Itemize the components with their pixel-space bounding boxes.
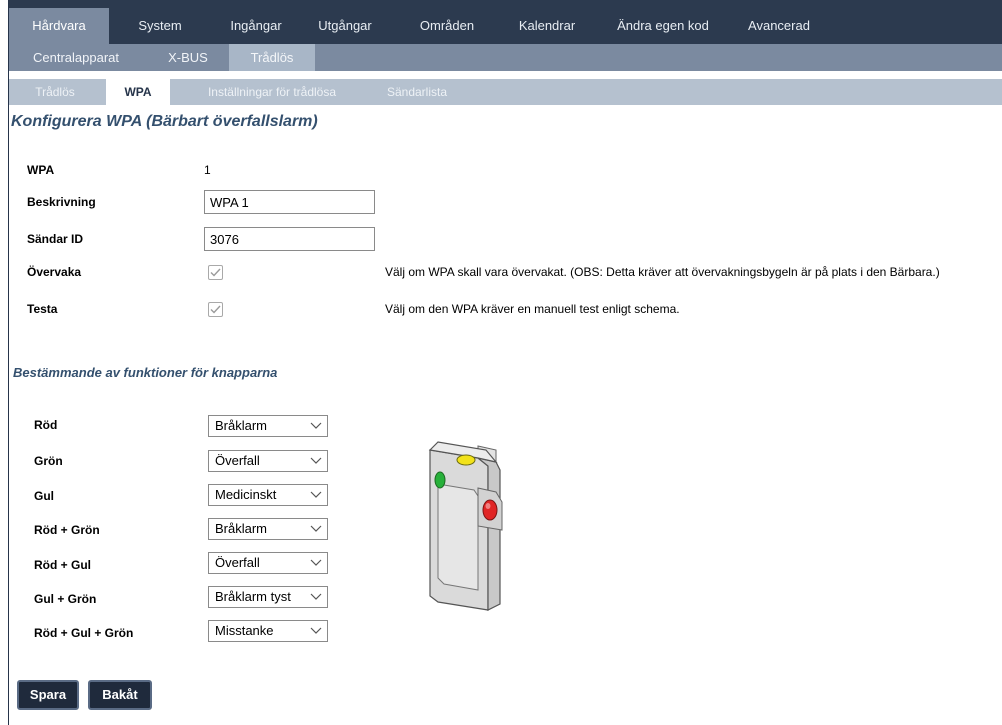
tab-andra-egen-kod[interactable]: Ändra egen kod xyxy=(603,16,723,44)
fn-select-rod-gul-gron[interactable]: Misstanke xyxy=(208,620,328,642)
tab-system[interactable]: System xyxy=(117,16,203,44)
fn-row-label: Grön xyxy=(34,454,63,468)
supervise-label: Övervaka xyxy=(27,265,82,279)
description-label: Beskrivning xyxy=(27,195,96,209)
fn-row-label: Röd + Gul + Grön xyxy=(34,626,134,640)
tab-utgangar[interactable]: Utgångar xyxy=(305,16,385,44)
fn-row-label: Gul + Grön xyxy=(34,592,97,606)
save-button[interactable]: Spara xyxy=(17,680,79,710)
fn-select-gul-gron[interactable]: Bråklarm tyst xyxy=(208,586,328,608)
chevron-down-icon xyxy=(310,491,322,498)
sender-id-label: Sändar ID xyxy=(27,232,84,246)
back-button[interactable]: Bakåt xyxy=(88,680,152,710)
tab-omraden[interactable]: Områden xyxy=(402,16,492,44)
wpa-label: WPA xyxy=(27,163,55,177)
select-value: Misstanke xyxy=(215,623,274,638)
select-value: Medicinskt xyxy=(215,487,277,502)
chevron-down-icon xyxy=(310,627,322,634)
select-value: Bråklarm xyxy=(215,418,268,433)
select-value: Överfall xyxy=(215,555,260,570)
fn-select-gul[interactable]: Medicinskt xyxy=(208,484,328,506)
select-value: Bråklarm xyxy=(215,521,268,536)
tab-ingangar[interactable]: Ingångar xyxy=(214,16,298,44)
tab-tradlos-sub[interactable]: Trådlös xyxy=(9,79,101,105)
tab-installningar[interactable]: Inställningar för trådlösa xyxy=(174,79,370,105)
main-nav: Hårdvara System Ingångar Utgångar Område… xyxy=(9,0,1002,44)
select-value: Bråklarm tyst xyxy=(215,589,291,604)
select-value: Överfall xyxy=(215,453,260,468)
tab-sandarlista[interactable]: Sändarlista xyxy=(369,79,465,105)
fn-row-label: Röd + Gul xyxy=(34,558,91,572)
tab-avancerad[interactable]: Avancerad xyxy=(731,16,827,44)
test-hint: Välj om den WPA kräver en manuell test e… xyxy=(385,302,680,316)
description-input[interactable] xyxy=(204,190,375,214)
chevron-down-icon xyxy=(310,593,322,600)
chevron-down-icon xyxy=(310,457,322,464)
supervise-hint: Välj om WPA skall vara övervakat. (OBS: … xyxy=(385,265,940,279)
test-label: Testa xyxy=(27,302,58,316)
tab-kalendrar[interactable]: Kalendrar xyxy=(499,16,595,44)
tab-x-bus[interactable]: X-BUS xyxy=(154,44,222,71)
supervise-checkbox[interactable] xyxy=(208,265,223,280)
check-icon xyxy=(210,305,221,314)
fn-row-label: Röd xyxy=(34,418,58,432)
chevron-down-icon xyxy=(310,525,322,532)
fn-select-rod-gron[interactable]: Bråklarm xyxy=(208,518,328,540)
fn-select-rod[interactable]: Bråklarm xyxy=(208,415,328,437)
chevron-down-icon xyxy=(310,422,322,429)
chevron-down-icon xyxy=(310,559,322,566)
sender-id-input[interactable] xyxy=(204,227,375,251)
wpa-device-illustration xyxy=(428,441,503,611)
page-title: Konfigurera WPA (Bärbart överfallslarm) xyxy=(11,113,318,130)
fn-select-gron[interactable]: Överfall xyxy=(208,450,328,472)
sub-sub-nav: Trådlös WPA Inställningar för trådlösa S… xyxy=(9,79,1002,105)
check-icon xyxy=(210,268,221,277)
fn-row-label: Röd + Grön xyxy=(34,523,100,537)
fn-row-label: Gul xyxy=(34,489,54,503)
wpa-value: 1 xyxy=(204,163,211,177)
tab-tradlos[interactable]: Trådlös xyxy=(229,44,315,71)
tab-wpa[interactable]: WPA xyxy=(106,79,170,105)
button-functions-title: Bestämmande av funktioner för knapparna xyxy=(13,365,278,380)
sub-nav: Centralapparat X-BUS Trådlös xyxy=(9,44,1002,71)
tab-centralapparat[interactable]: Centralapparat xyxy=(15,44,137,71)
test-checkbox[interactable] xyxy=(208,302,223,317)
tab-hardvara[interactable]: Hårdvara xyxy=(9,8,109,44)
left-border-line xyxy=(8,0,9,725)
fn-select-rod-gul[interactable]: Överfall xyxy=(208,552,328,574)
